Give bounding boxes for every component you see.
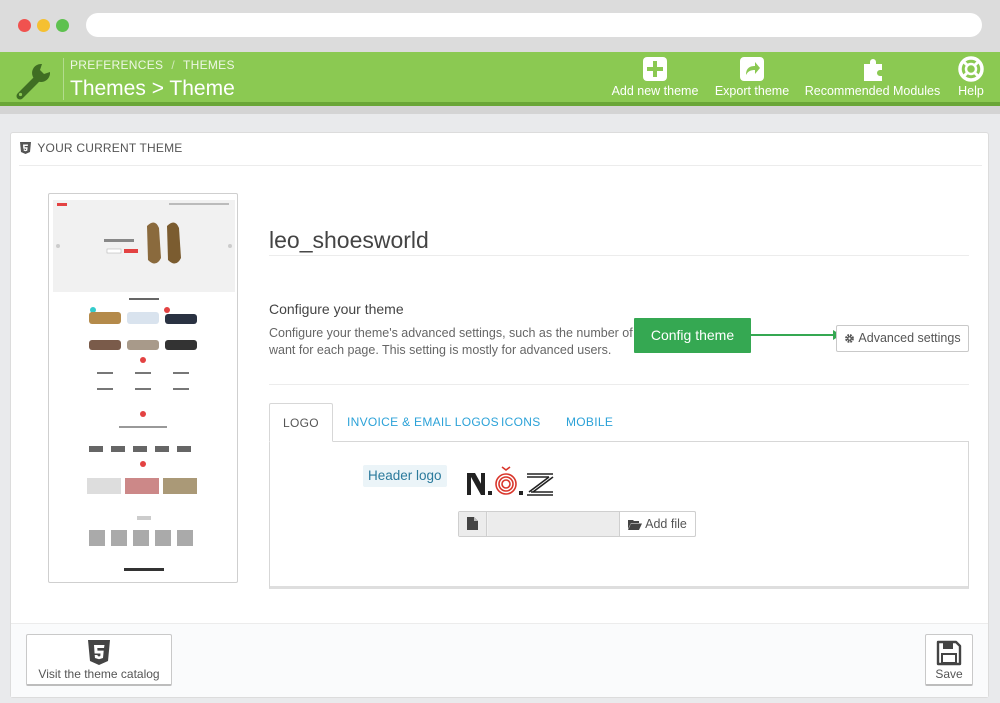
window-close-dot[interactable] [18,19,31,32]
plus-square-icon [643,57,667,81]
panel-heading: YOUR CURRENT THEME [20,141,183,155]
lifebuoy-icon [958,56,984,82]
add-file-button[interactable]: Add file [619,511,696,537]
page-title: Themes > Theme [70,77,235,100]
add-file-label: Add file [645,517,687,531]
floppy-disk-icon [936,640,962,666]
breadcrumb-separator: / [171,58,175,72]
theme-preview-thumbnail[interactable] [48,193,238,583]
help-label: Help [958,84,984,98]
save-button[interactable]: Save [925,634,973,686]
window-minimize-dot[interactable] [37,19,50,32]
theme-preview-image [53,200,235,571]
add-new-theme-label: Add new theme [611,84,699,98]
divider [269,255,969,256]
visit-theme-catalog-button[interactable]: Visit the theme catalog [26,634,172,686]
export-theme-label: Export theme [714,84,790,98]
logo-tabs: LOGO INVOICE & EMAIL LOGOS ICONS MOBILE [269,403,969,442]
puzzle-icon [863,59,882,81]
breadcrumb: PREFERENCES / THEMES [70,58,235,72]
callout-arrow-icon [751,330,841,340]
logo-tab-content: Header logo Add file [269,441,969,589]
configure-theme-description: Configure your theme's advanced settings… [269,326,633,357]
html5-icon [20,142,31,154]
configure-theme-title: Configure your theme [269,301,404,317]
gear-icon [845,334,855,343]
breadcrumb-themes[interactable]: THEMES [183,58,235,72]
theme-name: leo_shoesworld [269,227,429,253]
recommended-modules-label: Recommended Modules [804,84,941,98]
tab-logo[interactable]: LOGO [269,403,333,442]
panel-footer: Visit the theme catalog Save [11,623,988,697]
html5-icon [88,640,110,665]
logo-file-upload: Add file [458,511,696,537]
file-icon [467,517,478,530]
panel-heading-divider [19,165,982,166]
page-header: PREFERENCES / THEMES Themes > Theme Add ne… [0,52,1000,106]
tab-icons[interactable]: ICONS [501,403,541,442]
share-square-icon [740,57,764,81]
folder-open-icon [628,520,643,530]
tab-mobile[interactable]: MOBILE [566,403,613,442]
help-button[interactable]: Help [950,56,992,102]
tab-invoice-email-logos[interactable]: INVOICE & EMAIL LOGOS [347,403,499,442]
header-logo-label: Header logo [363,465,447,487]
current-theme-panel: YOUR CURRENT THEME leo_shoesworld Config… [10,132,989,698]
add-new-theme-button[interactable]: Add new theme [608,56,702,102]
address-bar[interactable] [86,13,982,37]
breadcrumb-preferences[interactable]: PREFERENCES [70,58,163,72]
logo-file-input[interactable] [488,512,619,536]
advanced-settings-button[interactable]: Advanced settings [836,325,969,352]
wrench-icon [16,63,51,100]
window-maximize-dot[interactable] [56,19,69,32]
save-label: Save [935,667,963,681]
panel-heading-text: YOUR CURRENT THEME [37,141,183,155]
header-separator [63,58,64,100]
export-theme-button[interactable]: Export theme [710,56,794,102]
noz-logo-image [467,466,554,496]
file-icon-box [459,512,487,536]
recommended-modules-button[interactable]: Recommended Modules [800,56,945,102]
header-shadow-strip [0,106,1000,114]
browser-chrome [0,0,1000,52]
config-theme-callout: Config theme [634,318,751,353]
visit-theme-catalog-label: Visit the theme catalog [38,667,160,681]
advanced-settings-label: Advanced settings [858,331,961,345]
divider [269,384,969,385]
